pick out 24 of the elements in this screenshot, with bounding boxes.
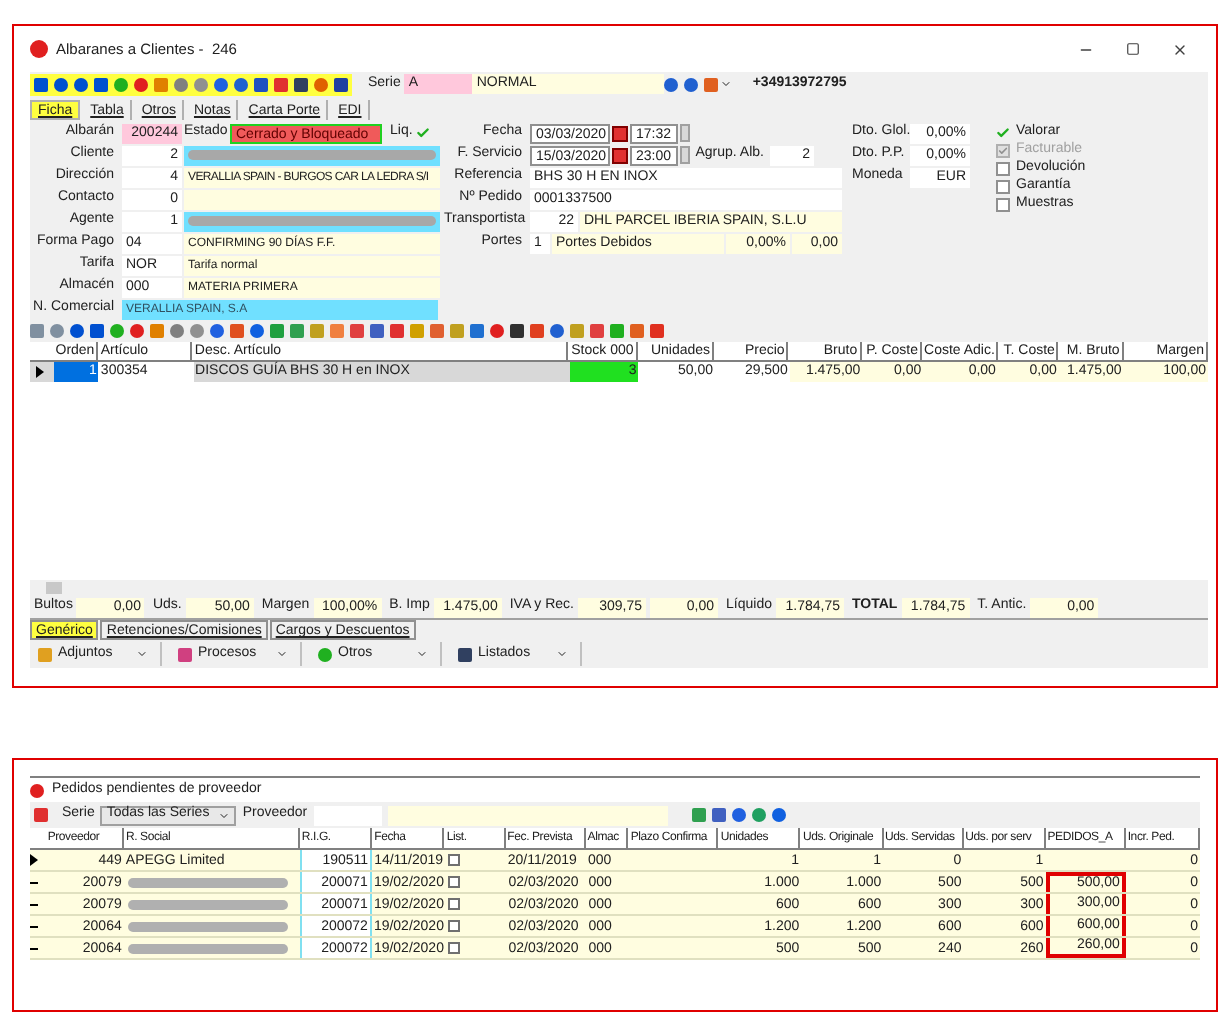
checkbox[interactable] [996,180,1010,194]
text-field[interactable] [184,145,440,165]
caret-icon [416,648,428,660]
caret-icon [556,648,568,660]
checkbox[interactable] [996,162,1010,176]
supplier-name-field[interactable] [387,805,668,825]
checkbox[interactable] [447,854,460,866]
checkbox[interactable] [996,198,1010,212]
app-logo-icon [30,783,44,797]
caret-icon [136,648,148,660]
checkbox[interactable] [447,942,460,954]
caret-icon[interactable] [720,78,733,90]
checkbox[interactable] [447,898,460,910]
checkbox[interactable] [447,920,460,932]
text-field[interactable] [184,211,440,231]
close-icon[interactable] [1172,41,1188,57]
supplier-field[interactable] [313,805,382,825]
checkbox[interactable] [447,876,460,888]
caret-icon [218,809,231,821]
checkbox[interactable] [996,126,1010,140]
app-logo-icon [30,40,48,58]
text-field[interactable] [184,189,440,209]
caret-icon [276,648,288,660]
maximize-icon[interactable] [1126,42,1140,56]
